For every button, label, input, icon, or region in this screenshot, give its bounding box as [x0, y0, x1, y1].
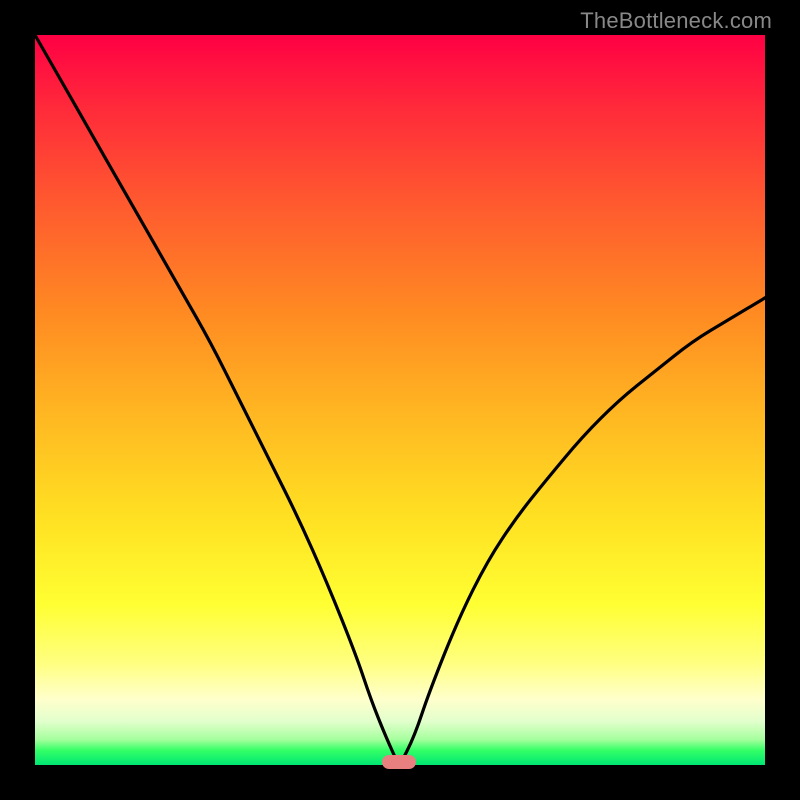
- watermark-text: TheBottleneck.com: [580, 8, 772, 34]
- plot-area: [35, 35, 765, 765]
- optimal-marker: [382, 755, 416, 769]
- chart-container: TheBottleneck.com: [0, 0, 800, 800]
- bottleneck-curve: [35, 35, 765, 765]
